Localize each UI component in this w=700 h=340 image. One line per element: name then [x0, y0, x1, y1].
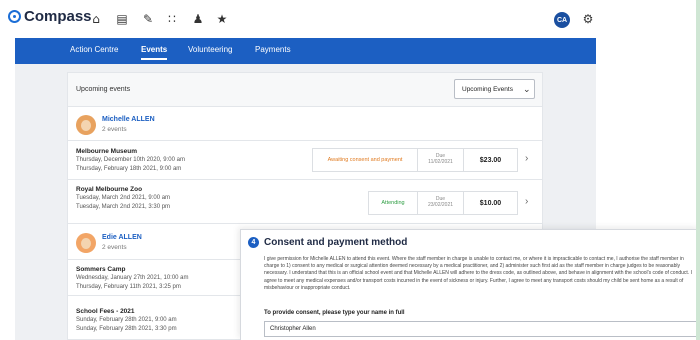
consent-text: I give permission for Michelle ALLEN to … — [264, 256, 692, 291]
event-end: Tuesday, March 2nd 2021, 3:30 pm — [76, 204, 171, 210]
event-start: Sunday, February 28th 2021, 9:00 am — [76, 317, 177, 323]
event-title: School Fees - 2021 — [76, 308, 135, 315]
compass-logo-icon — [8, 10, 21, 23]
panel-title: Upcoming events — [76, 86, 131, 93]
main-nav: Action Centre Events Volunteering Paymen… — [15, 38, 596, 64]
event-status-box: Awaiting consent and payment Due 11/02/2… — [312, 148, 518, 172]
calendar-icon[interactable]: ▤ — [115, 12, 129, 26]
person-event-count: 2 events — [102, 126, 127, 133]
user-avatar[interactable]: CA — [554, 12, 570, 28]
event-start: Tuesday, March 2nd 2021, 9:00 am — [76, 195, 171, 201]
chevron-down-icon: ⌄ — [523, 84, 531, 94]
consent-name-label: To provide consent, please type your nam… — [264, 310, 405, 316]
person-name[interactable]: Edie ALLEN — [102, 234, 142, 241]
tab-action-centre[interactable]: Action Centre — [70, 45, 118, 54]
pen-icon[interactable]: ✎ — [141, 12, 155, 26]
event-amount: $10.00 — [463, 192, 517, 214]
consent-name-field[interactable]: Christopher Allen — [264, 321, 700, 337]
compass-logo[interactable]: Compass — [8, 8, 92, 25]
event-start: Wednesday, January 27th 2021, 10:00 am — [76, 275, 189, 281]
divider — [68, 223, 542, 224]
event-status-box: Attending Due 23/02/2021 $10.00 — [368, 191, 518, 215]
chevron-right-icon[interactable]: › — [525, 196, 528, 207]
star-icon[interactable]: ★ — [215, 12, 229, 26]
home-icon[interactable]: ⌂ — [89, 12, 103, 26]
avatar — [76, 115, 96, 135]
edge-strip — [696, 0, 700, 340]
top-bar: Compass ⌂ ▤ ✎ ∷ ♟ ★ CA ⚙ — [0, 0, 700, 38]
due-date: Due 23/02/2021 — [417, 192, 463, 214]
events-filter-dropdown[interactable]: Upcoming Events ⌄ — [454, 79, 535, 99]
person-event-count: 2 events — [102, 244, 127, 251]
chevron-right-icon[interactable]: › — [525, 153, 528, 164]
tab-events[interactable]: Events — [141, 45, 168, 60]
event-title: Sommers Camp — [76, 266, 126, 273]
app-name: Compass — [24, 8, 92, 25]
event-start: Thursday, December 10th 2020, 9:00 am — [76, 157, 185, 163]
event-end: Sunday, February 28th 2021, 3:30 pm — [76, 326, 177, 332]
status-badge: Attending — [381, 200, 405, 206]
event-title: Melbourne Museum — [76, 148, 138, 155]
event-amount: $23.00 — [463, 149, 517, 171]
divider — [68, 179, 542, 180]
person-name[interactable]: Michelle ALLEN — [102, 116, 155, 123]
people-icon[interactable]: ♟ — [191, 12, 205, 26]
step-number: 4 — [248, 237, 259, 248]
panel-header: Upcoming events Upcoming Events ⌄ — [68, 73, 542, 107]
status-badge: Awaiting consent and payment — [327, 157, 403, 163]
avatar — [76, 233, 96, 253]
event-end: Thursday, February 18th 2021, 9:00 am — [76, 166, 182, 172]
consent-card: 4 Consent and payment method I give perm… — [240, 229, 700, 340]
gear-icon[interactable]: ⚙ — [581, 12, 595, 26]
tab-volunteering[interactable]: Volunteering — [188, 45, 232, 54]
event-title: Royal Melbourne Zoo — [76, 186, 143, 193]
dropdown-value: Upcoming Events — [462, 86, 513, 93]
grid-icon[interactable]: ∷ — [165, 12, 179, 26]
divider — [68, 140, 542, 141]
event-end: Thursday, February 11th 2021, 3:25 pm — [76, 284, 181, 290]
due-date: Due 11/02/2021 — [417, 149, 463, 171]
consent-title: Consent and payment method — [264, 237, 408, 248]
tab-payments[interactable]: Payments — [255, 45, 291, 54]
